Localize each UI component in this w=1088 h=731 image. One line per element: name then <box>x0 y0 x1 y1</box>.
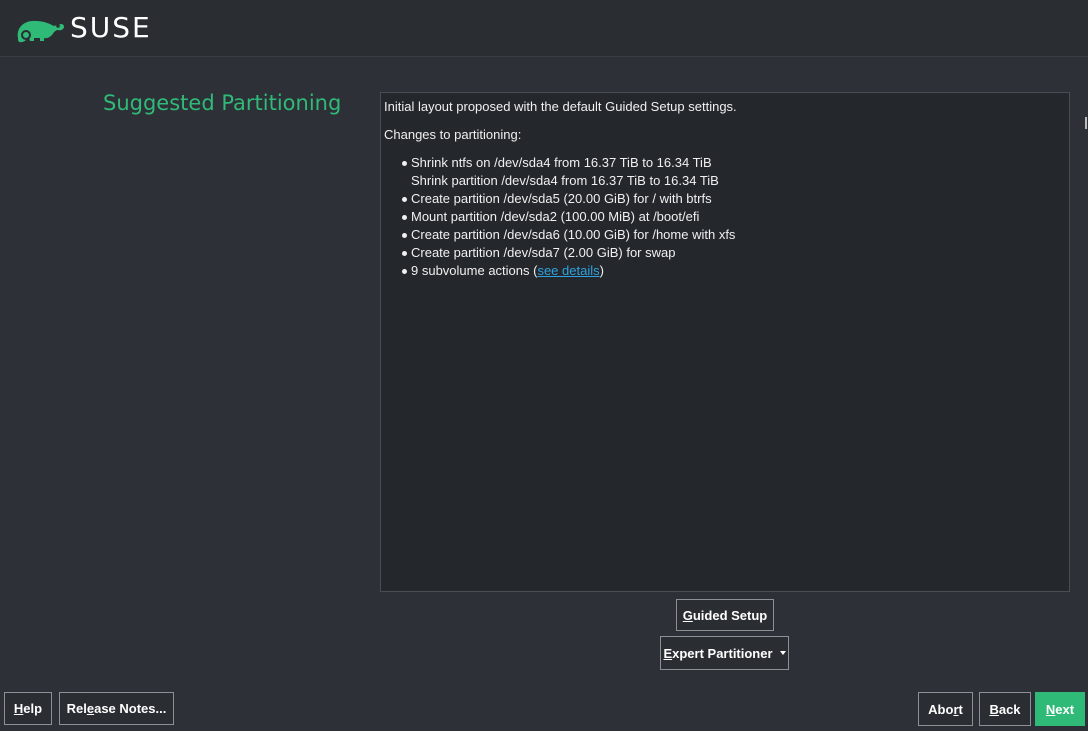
caret-down-icon <box>779 651 786 655</box>
button-label: xpert Partitioner <box>672 645 773 661</box>
list-item: 9 subvolume actions (see details) <box>400 262 1066 280</box>
expert-partitioner-button[interactable]: Expert Partitioner <box>660 636 789 670</box>
next-button[interactable]: Next <box>1035 692 1085 726</box>
scrollbar-marker <box>1085 117 1087 129</box>
back-button[interactable]: Back <box>979 692 1031 726</box>
list-item: Create partition /dev/sda5 (20.00 GiB) f… <box>400 190 1066 208</box>
button-label: ase Notes... <box>94 701 167 716</box>
change-subtext: Shrink partition /dev/sda4 from 16.37 Ti… <box>411 173 719 188</box>
top-header: SUSE <box>0 0 1088 57</box>
button-label: ext <box>1055 701 1075 717</box>
subvolume-suffix: ) <box>599 263 604 278</box>
mnemonic: e <box>86 701 95 716</box>
list-item: Create partition /dev/sda7 (2.00 GiB) fo… <box>400 244 1066 262</box>
changes-list: Shrink ntfs on /dev/sda4 from 16.37 TiB … <box>384 154 1066 280</box>
button-label: ack <box>998 701 1021 717</box>
change-text: Shrink ntfs on /dev/sda4 from 16.37 TiB … <box>411 155 712 170</box>
help-button[interactable]: Help <box>4 692 52 725</box>
partitioning-summary: Initial layout proposed with the default… <box>380 92 1070 592</box>
mnemonic: H <box>13 701 24 716</box>
button-label: Rel <box>66 701 87 716</box>
button-label: elp <box>23 701 43 716</box>
button-label: t <box>958 701 963 717</box>
brand-name: SUSE <box>70 11 152 44</box>
change-text: Create partition /dev/sda6 (10.00 GiB) f… <box>411 227 736 242</box>
change-text: Mount partition /dev/sda2 (100.00 MiB) a… <box>411 209 700 224</box>
mnemonic: B <box>989 701 999 717</box>
abort-button[interactable]: Abo r t <box>918 692 973 726</box>
list-item: Create partition /dev/sda6 (10.00 GiB) f… <box>400 226 1066 244</box>
change-text: Create partition /dev/sda5 (20.00 GiB) f… <box>411 191 712 206</box>
subvolume-prefix: 9 subvolume actions ( <box>411 263 538 278</box>
page-title: Suggested Partitioning <box>103 91 342 115</box>
suse-chameleon-icon <box>17 20 65 43</box>
mnemonic: N <box>1045 701 1056 717</box>
change-text: Create partition /dev/sda7 (2.00 GiB) fo… <box>411 245 676 260</box>
see-details-link[interactable]: see details <box>537 263 599 278</box>
list-item: Mount partition /dev/sda2 (100.00 MiB) a… <box>400 208 1066 226</box>
intro-text: Initial layout proposed with the default… <box>384 99 737 114</box>
button-label: Abo <box>928 701 954 717</box>
list-item: Shrink ntfs on /dev/sda4 from 16.37 TiB … <box>400 154 1066 190</box>
button-label: uided Setup <box>692 607 768 623</box>
release-notes-button[interactable]: Rel e ase Notes... <box>59 692 174 725</box>
mnemonic: E <box>663 645 673 661</box>
changes-heading: Changes to partitioning: <box>384 127 522 142</box>
guided-setup-button[interactable]: Guided Setup <box>676 599 774 631</box>
mnemonic: G <box>682 607 693 623</box>
